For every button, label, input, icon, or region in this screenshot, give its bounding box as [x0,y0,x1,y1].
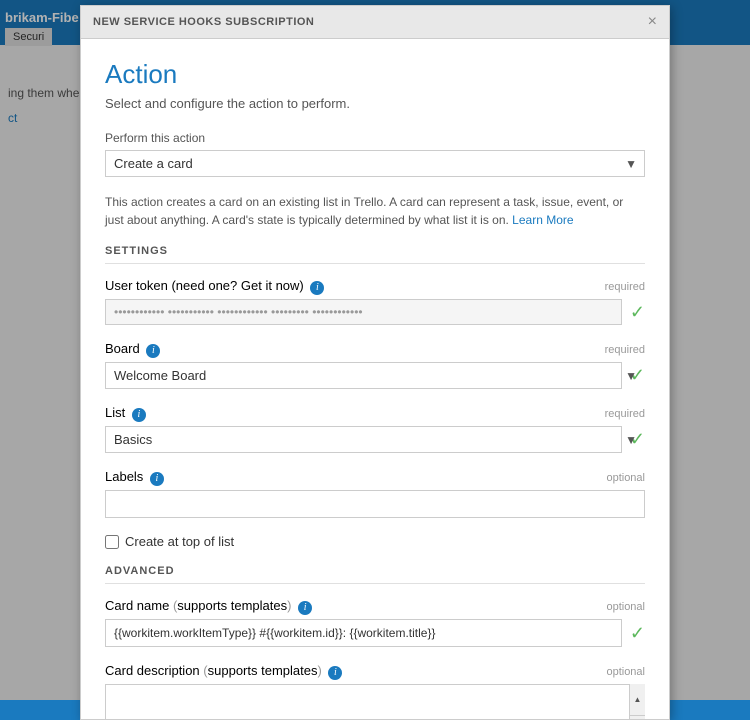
modal-dialog: NEW SERVICE HOOKS SUBSCRIPTION × Action … [80,5,670,720]
card-desc-header: Card description (supports templates) i … [105,663,645,680]
list-header: List i required [105,405,645,422]
user-token-field-row: User token (need one? Get it now) i requ… [105,278,645,325]
get-it-now-link[interactable]: Get it now) [241,278,304,293]
card-name-info-icon: i [298,601,312,615]
board-select-wrapper: Welcome Board ▼ ✓ [105,362,645,389]
list-select[interactable]: Basics [105,426,622,453]
user-token-input-wrapper: ✓ [105,299,645,325]
list-check-icon: ✓ [630,429,645,450]
action-select[interactable]: Create a card [105,150,645,177]
card-desc-label: Card description (supports templates) i [105,663,342,680]
card-desc-textarea[interactable] [105,684,645,719]
card-desc-scrollbar: ▲ ▼ [629,684,645,719]
learn-more-link[interactable]: Learn More [512,213,573,227]
card-name-label: Card name (supports templates) i [105,598,312,615]
card-name-supports-templates-link[interactable]: supports templates [177,598,287,613]
labels-optional: optional [606,472,645,484]
labels-info-icon: i [150,472,164,486]
card-name-header: Card name (supports templates) i optiona… [105,598,645,615]
action-select-wrapper: Create a card ▼ [105,150,645,177]
page-title: Action [105,59,645,90]
board-check-icon: ✓ [630,365,645,386]
user-token-header: User token (need one? Get it now) i requ… [105,278,645,295]
labels-label: Labels i [105,469,164,486]
card-name-optional: optional [606,601,645,613]
labels-input[interactable] [105,490,645,518]
list-select-wrapper: Basics ▼ ✓ [105,426,645,453]
modal-body: Action Select and configure the action t… [81,39,669,719]
user-token-info-icon: i [310,281,324,295]
list-label: List i [105,405,146,422]
create-top-checkbox[interactable] [105,535,119,549]
card-desc-optional: optional [606,666,645,678]
card-name-field-row: Card name (supports templates) i optiona… [105,598,645,647]
labels-field-row: Labels i optional [105,469,645,518]
board-field-row: Board i required Welcome Board ▼ ✓ [105,341,645,389]
board-header: Board i required [105,341,645,358]
card-name-check-icon: ✓ [630,623,645,644]
list-required: required [605,408,645,420]
board-select[interactable]: Welcome Board [105,362,622,389]
scroll-down-button[interactable]: ▼ [630,716,645,719]
labels-header: Labels i optional [105,469,645,486]
board-required: required [605,344,645,356]
modal-header: NEW SERVICE HOOKS SUBSCRIPTION × [81,6,669,39]
action-description: This action creates a card on an existin… [105,193,645,229]
create-top-label: Create at top of list [125,534,234,549]
perform-label: Perform this action [105,131,645,145]
close-button[interactable]: × [648,14,657,30]
card-name-input-wrapper: {{workitem.workItemType}} #{{workitem.id… [105,619,645,647]
user-token-input[interactable] [105,299,622,325]
action-field-row: Perform this action Create a card ▼ [105,131,645,177]
scroll-up-button[interactable]: ▲ [630,684,645,716]
board-info-icon: i [146,344,160,358]
settings-heading: SETTINGS [105,245,645,264]
list-field-row: List i required Basics ▼ ✓ [105,405,645,453]
user-token-check-icon: ✓ [630,302,645,323]
card-desc-wrapper: ▲ ▼ [105,684,645,719]
user-token-label: User token (need one? Get it now) i [105,278,324,295]
section-subtitle: Select and configure the action to perfo… [105,96,645,111]
advanced-heading: ADVANCED [105,565,645,584]
modal-title: NEW SERVICE HOOKS SUBSCRIPTION [93,16,314,28]
card-desc-info-icon: i [328,666,342,680]
card-desc-supports-templates-link[interactable]: supports templates [208,663,318,678]
list-info-icon: i [132,408,146,422]
board-label: Board i [105,341,160,358]
card-desc-field-row: Card description (supports templates) i … [105,663,645,719]
card-name-input[interactable]: {{workitem.workItemType}} #{{workitem.id… [105,619,622,647]
user-token-required: required [605,281,645,293]
create-top-row: Create at top of list [105,534,645,549]
